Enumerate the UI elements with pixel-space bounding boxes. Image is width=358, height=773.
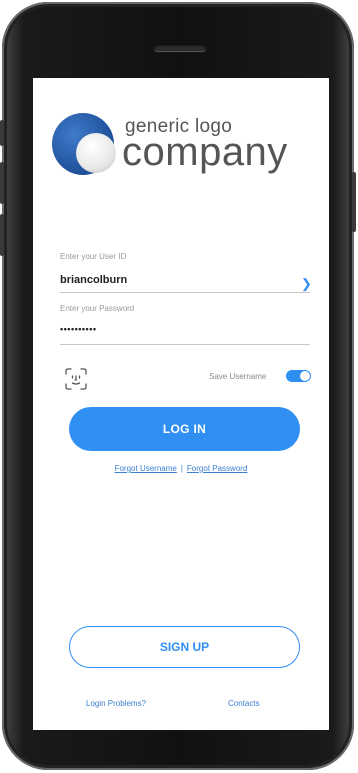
- forgot-password-link[interactable]: Forgot Password: [187, 464, 247, 473]
- speaker-grille: [154, 44, 206, 51]
- forgot-username-link[interactable]: Forgot Username: [115, 464, 177, 473]
- login-button[interactable]: LOG IN: [69, 407, 300, 451]
- chevron-right-icon[interactable]: ❯: [301, 276, 312, 292]
- password-label: Enter your Password: [60, 304, 135, 313]
- password-underline: [60, 344, 310, 345]
- save-username-toggle[interactable]: [286, 370, 311, 382]
- side-button: [352, 172, 356, 232]
- user-id-field[interactable]: briancolburn: [60, 274, 127, 286]
- link-separator: |: [180, 464, 183, 473]
- signup-button[interactable]: SIGN UP: [69, 626, 300, 668]
- password-field[interactable]: ••••••••••: [60, 324, 97, 334]
- company-logo: generic logo company: [52, 108, 317, 180]
- side-button: [0, 162, 4, 204]
- side-button: [0, 214, 4, 256]
- login-problems-link[interactable]: Login Problems?: [86, 699, 146, 708]
- face-id-icon[interactable]: [65, 368, 87, 390]
- login-screen: generic logo company Enter your User ID …: [33, 78, 329, 730]
- contacts-link[interactable]: Contacts: [228, 699, 260, 708]
- forgot-links: Forgot Username | Forgot Password: [33, 464, 329, 473]
- phone-frame: generic logo company Enter your User ID …: [0, 2, 356, 770]
- save-username-label: Save Username: [209, 372, 267, 381]
- side-button: [0, 120, 4, 146]
- logo-name: company: [122, 130, 288, 174]
- logo-mark-icon: [52, 113, 116, 175]
- user-id-label: Enter your User ID: [60, 252, 127, 261]
- user-id-underline: [60, 292, 310, 293]
